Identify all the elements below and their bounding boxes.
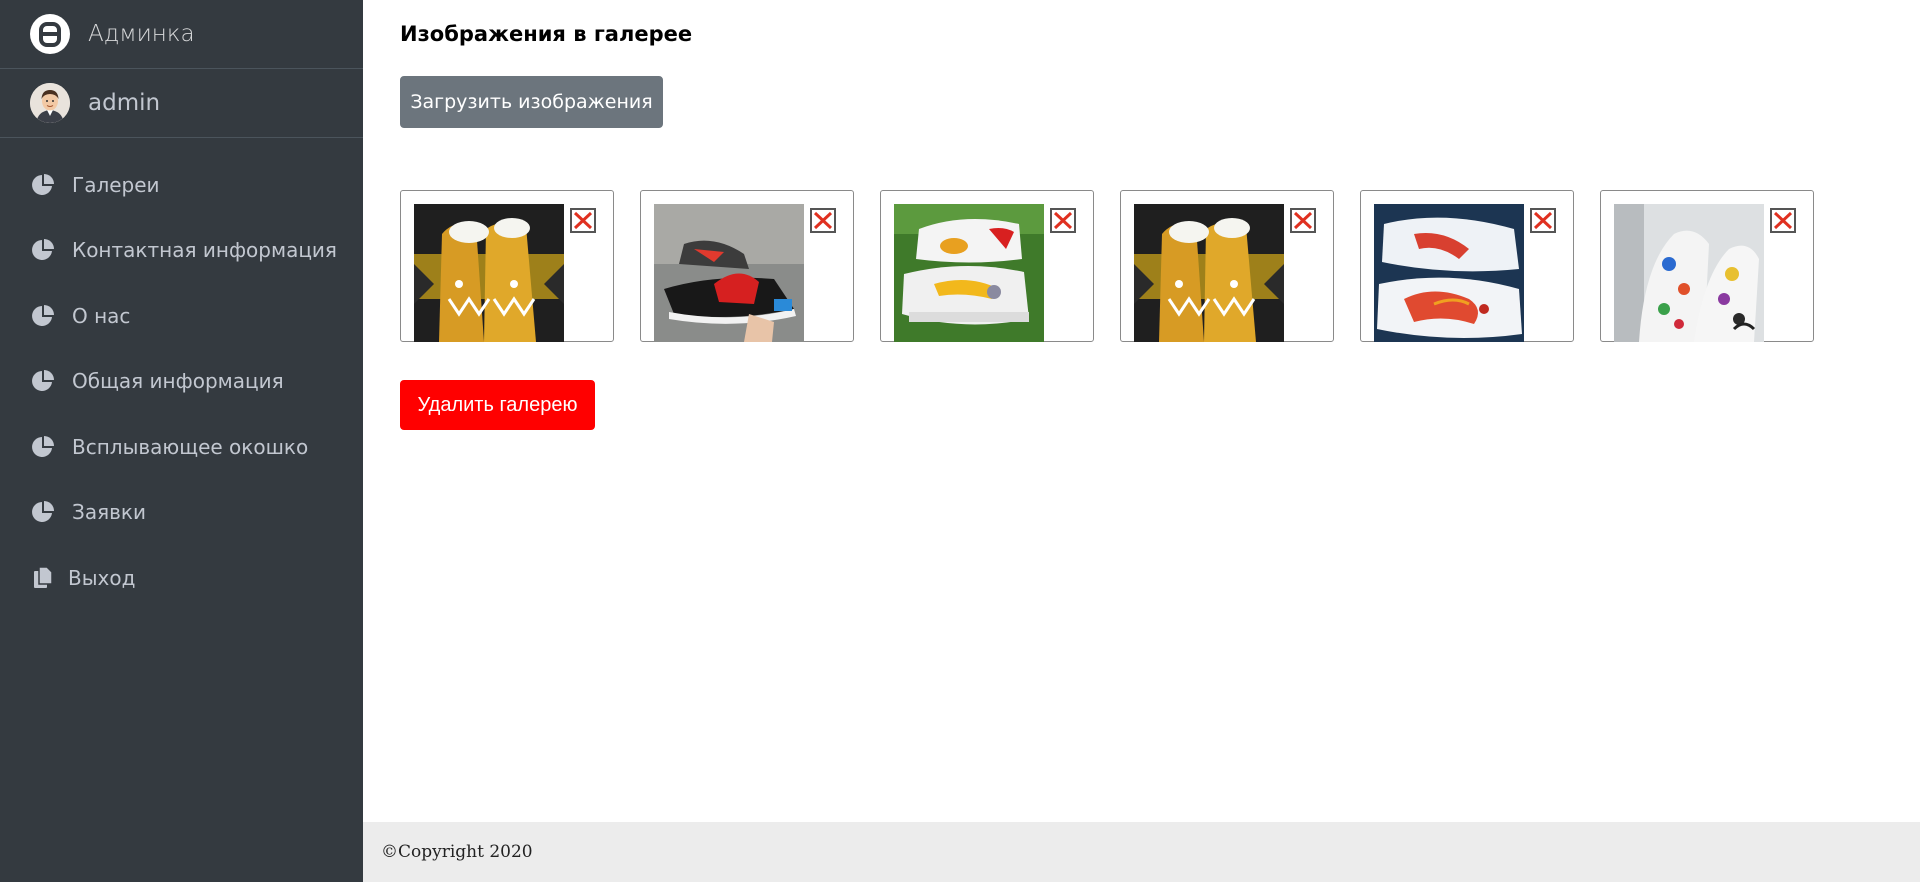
delete-x-icon[interactable] — [1530, 208, 1556, 233]
gallery-image[interactable] — [414, 204, 564, 342]
sidebar-item-general-info[interactable]: Общая информация — [0, 349, 363, 415]
sidebar-item-label: Заявки — [72, 500, 146, 525]
delete-gallery-button[interactable]: Удалить галерею — [400, 380, 595, 430]
gallery-image[interactable] — [1374, 204, 1524, 342]
sidebar-item-label: Общая информация — [72, 369, 284, 394]
sidebar-item-about[interactable]: О нас — [0, 283, 363, 349]
gallery-image-card — [640, 190, 854, 342]
footer: ©Copyright 2020 — [363, 822, 1920, 882]
main-content: Изображения в галерее Загрузить изображе… — [363, 0, 1920, 822]
sidebar-item-contacts[interactable]: Контактная информация — [0, 218, 363, 284]
gallery-image-card — [880, 190, 1094, 342]
sidebar-item-popup[interactable]: Всплывающее окошко — [0, 414, 363, 480]
sidebar-item-label: Галереи — [72, 172, 160, 197]
pie-chart-icon — [30, 172, 56, 198]
pie-chart-icon — [30, 303, 56, 329]
gallery-image[interactable] — [1134, 204, 1284, 342]
gallery-image[interactable] — [1614, 204, 1764, 342]
brand-name: Админка — [88, 21, 195, 47]
pie-chart-icon — [30, 368, 56, 394]
gallery-image-card — [1600, 190, 1814, 342]
user-name: admin — [88, 90, 161, 116]
gallery-grid — [400, 190, 1814, 342]
pie-chart-icon — [30, 499, 56, 525]
gallery-image[interactable] — [894, 204, 1044, 342]
copy-icon — [30, 565, 56, 591]
gallery-image-card — [1360, 190, 1574, 342]
admin-logo-icon — [30, 14, 70, 54]
sidebar-item-label: Выход — [68, 565, 136, 590]
pie-chart-icon — [30, 237, 56, 263]
user-avatar — [30, 83, 70, 123]
sidebar-item-logout[interactable]: Выход — [0, 545, 363, 611]
upload-images-button[interactable]: Загрузить изображения — [400, 76, 663, 128]
gallery-image[interactable] — [654, 204, 804, 342]
sidebar-item-requests[interactable]: Заявки — [0, 480, 363, 546]
copyright-text: ©Copyright 2020 — [381, 842, 533, 862]
sidebar: Админка admin Галереи Контактная информа… — [0, 0, 363, 882]
pie-chart-icon — [30, 434, 56, 460]
delete-x-icon[interactable] — [570, 208, 596, 233]
delete-x-icon[interactable] — [1290, 208, 1316, 233]
sidebar-item-label: Контактная информация — [72, 238, 337, 263]
sidebar-item-label: Всплывающее окошко — [72, 434, 309, 459]
gallery-image-card — [1120, 190, 1334, 342]
gallery-image-card — [400, 190, 614, 342]
page-title: Изображения в галерее — [400, 22, 693, 46]
brand-link[interactable]: Админка — [0, 0, 363, 69]
delete-x-icon[interactable] — [810, 208, 836, 233]
delete-x-icon[interactable] — [1770, 208, 1796, 233]
sidebar-item-galleries[interactable]: Галереи — [0, 152, 363, 218]
sidebar-nav: Галереи Контактная информация О нас Обща… — [0, 138, 363, 611]
delete-x-icon[interactable] — [1050, 208, 1076, 233]
user-panel[interactable]: admin — [0, 69, 363, 138]
sidebar-item-label: О нас — [72, 303, 131, 328]
